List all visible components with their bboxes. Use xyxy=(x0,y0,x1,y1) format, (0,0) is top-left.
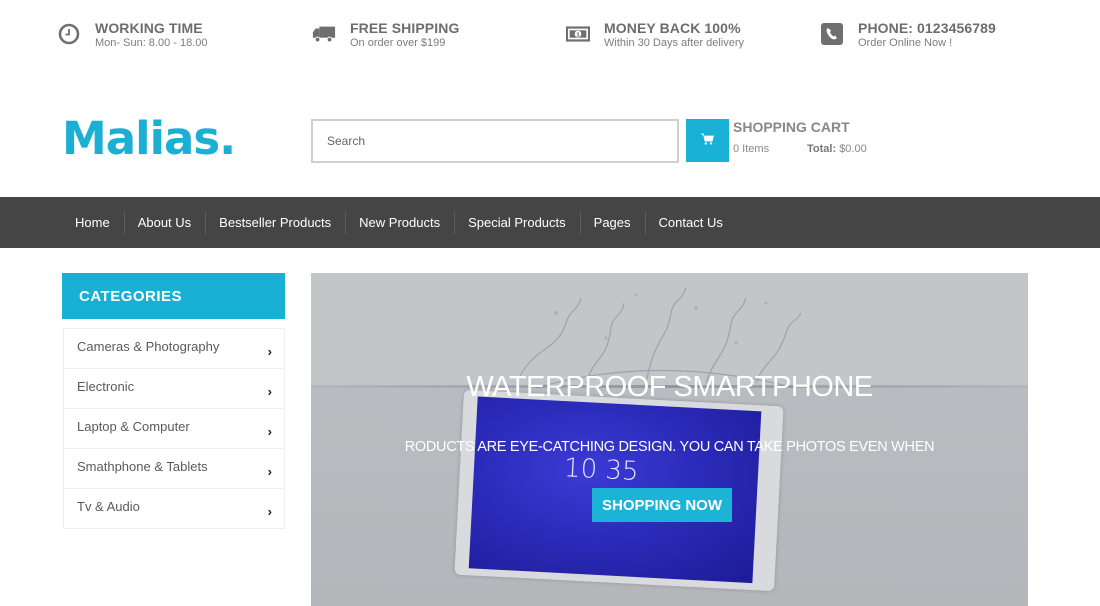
chevron-right-icon: › xyxy=(267,344,272,359)
info-subtitle: On order over $199 xyxy=(350,37,446,49)
search-input[interactable] xyxy=(311,119,679,163)
category-label: Tv & Audio xyxy=(77,499,140,514)
banner-subtitle: RODUCTS ARE EYE-CATCHING DESIGN. YOU CAN… xyxy=(404,439,935,455)
category-label: Cameras & Photography xyxy=(77,339,220,354)
categories-list: Cameras & Photography › Electronic › Lap… xyxy=(63,328,285,529)
cart-total-label: Total: xyxy=(807,143,837,155)
nav-new-products[interactable]: New Products xyxy=(345,211,454,234)
info-subtitle: Within 30 Days after delivery xyxy=(604,37,744,49)
nav-home[interactable]: Home xyxy=(61,212,124,234)
phone-icon xyxy=(820,22,844,46)
main-nav: Home About Us Bestseller Products New Pr… xyxy=(0,197,1100,248)
category-item[interactable]: Smathphone & Tablets › xyxy=(64,448,284,488)
cart-button[interactable] xyxy=(686,119,729,162)
category-item[interactable]: Electronic › xyxy=(64,368,284,408)
category-label: Electronic xyxy=(77,379,135,394)
cart-icon xyxy=(701,132,715,150)
info-title: PHONE: 0123456789 xyxy=(858,20,996,36)
site-logo[interactable]: Malias. xyxy=(62,112,236,165)
info-phone: PHONE: 0123456789 Order Online Now ! xyxy=(820,20,996,49)
info-working-time: WORKING TIME Mon- Sun: 8.00 - 18.00 xyxy=(57,20,208,49)
chevron-right-icon: › xyxy=(267,424,272,439)
banner-title: WATERPROOF SMARTPHONE xyxy=(466,371,873,403)
chevron-right-icon: › xyxy=(267,504,272,519)
cart-title[interactable]: SHOPPING CART xyxy=(733,119,850,135)
info-title: WORKING TIME xyxy=(95,20,203,36)
nav-bestseller-products[interactable]: Bestseller Products xyxy=(205,211,345,234)
hero-banner: 10 35 WATERPROOF SMARTPHONE RODUCTS ARE … xyxy=(311,273,1028,606)
device-clock: 10 35 xyxy=(563,453,640,487)
svg-text:1: 1 xyxy=(576,32,580,38)
info-free-shipping: FREE SHIPPING On order over $199 xyxy=(312,20,459,49)
shopping-now-button[interactable]: SHOPPING NOW xyxy=(592,488,732,522)
info-subtitle: Order Online Now ! xyxy=(858,37,953,49)
chevron-right-icon: › xyxy=(267,384,272,399)
truck-icon xyxy=(312,22,336,46)
category-label: Laptop & Computer xyxy=(77,419,190,434)
nav-about-us[interactable]: About Us xyxy=(123,211,205,234)
top-info-bar: WORKING TIME Mon- Sun: 8.00 - 18.00 FREE… xyxy=(0,0,1100,70)
info-title: MONEY BACK 100% xyxy=(604,20,741,36)
chevron-right-icon: › xyxy=(267,464,272,479)
info-money-back: 1 MONEY BACK 100% Within 30 Days after d… xyxy=(566,20,744,49)
nav-contact-us[interactable]: Contact Us xyxy=(644,211,737,234)
clock-icon xyxy=(57,22,81,46)
info-title: FREE SHIPPING xyxy=(350,20,460,36)
category-item[interactable]: Laptop & Computer › xyxy=(64,408,284,448)
money-icon: 1 xyxy=(566,22,590,46)
category-item[interactable]: Cameras & Photography › xyxy=(64,328,284,368)
nav-pages[interactable]: Pages xyxy=(579,211,645,234)
nav-special-products[interactable]: Special Products xyxy=(454,211,580,234)
cart-total-value: $0.00 xyxy=(839,143,867,155)
cart-total: Total: $0.00 xyxy=(807,143,867,155)
info-subtitle: Mon- Sun: 8.00 - 18.00 xyxy=(95,37,208,49)
category-item[interactable]: Tv & Audio › xyxy=(64,488,284,528)
category-label: Smathphone & Tablets xyxy=(77,459,208,474)
cart-item-count: 0 Items xyxy=(733,143,770,155)
categories-header: CATEGORIES xyxy=(62,273,285,319)
